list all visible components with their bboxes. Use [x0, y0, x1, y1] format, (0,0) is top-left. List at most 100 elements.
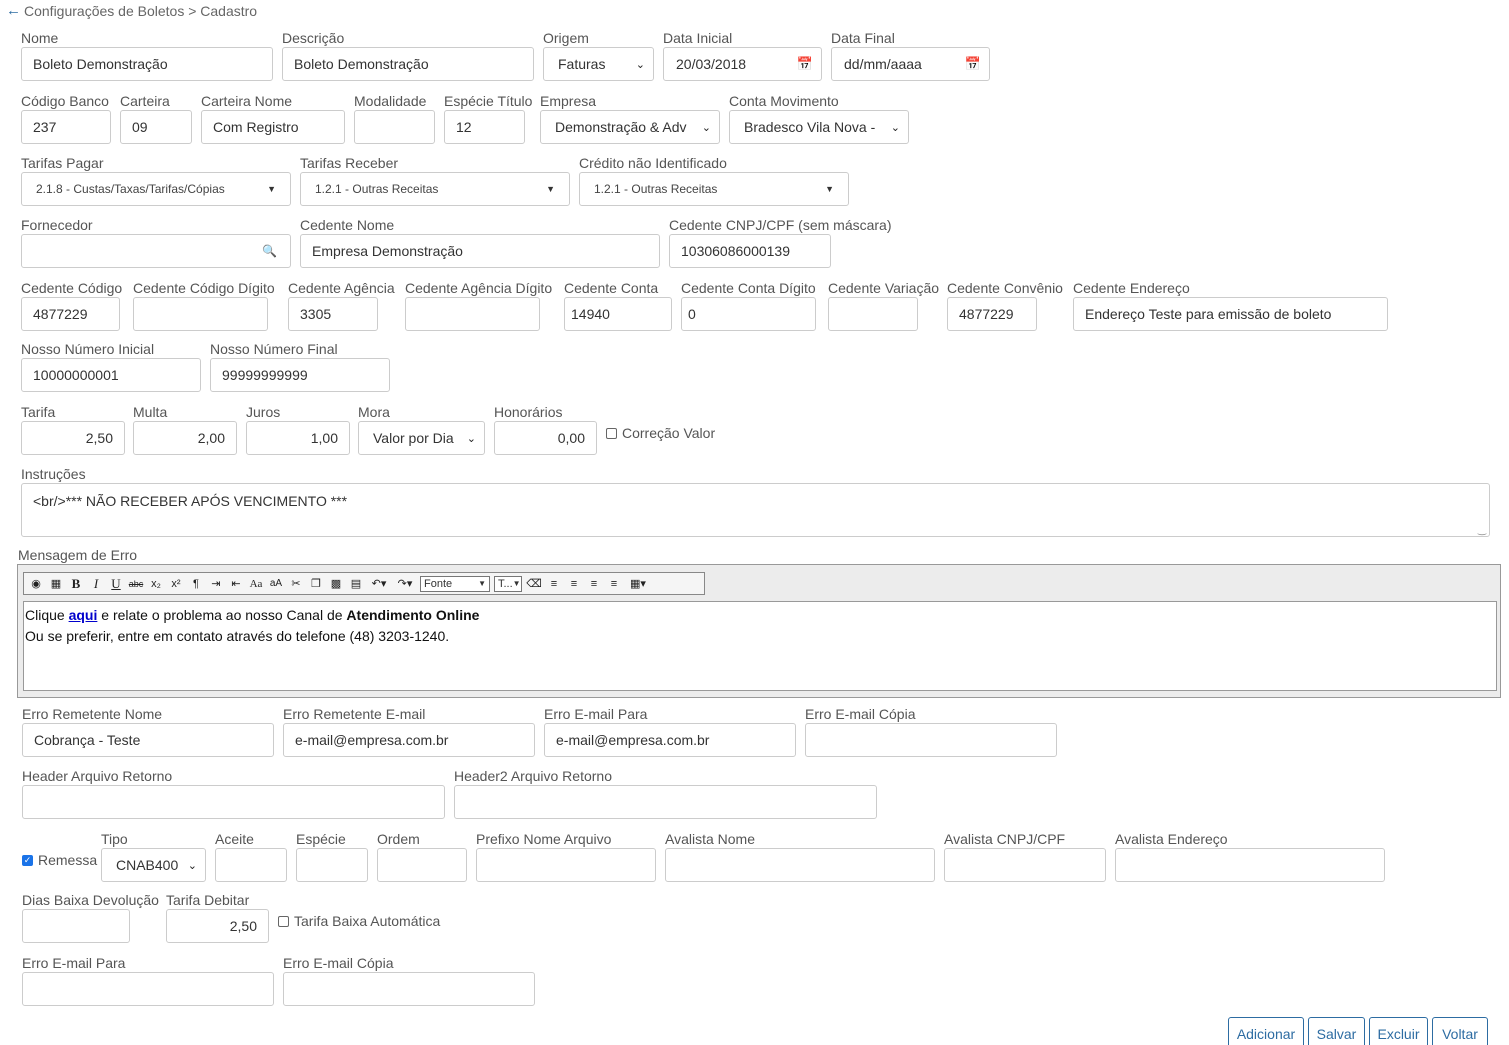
tarifa-baixa-automatica-checkbox[interactable]: Tarifa Baixa Automática	[278, 913, 440, 929]
data-inicial-input[interactable]: 20/03/2018 📅	[663, 47, 822, 81]
font-larger-icon[interactable]: Aa	[246, 575, 266, 593]
undo-icon[interactable]: ↶▾	[366, 575, 392, 593]
find-icon[interactable]: ◉	[26, 575, 46, 593]
erro-email-copia-input[interactable]	[805, 723, 1057, 757]
credito-nao-identificado-select[interactable]: 1.2.1 - Outras Receitas ▼	[579, 172, 849, 206]
cedente-codigo-digito-input[interactable]	[133, 297, 268, 331]
empresa-select[interactable]: Demonstração & Adv ⌄	[540, 110, 720, 144]
paragraph-icon[interactable]: ¶	[186, 575, 206, 593]
editor-content[interactable]: Clique aqui e relate o problema ao nosso…	[23, 601, 1497, 691]
avalista-endereco-input[interactable]	[1115, 848, 1385, 882]
instrucoes-textarea[interactable]: <br/>*** NÃO RECEBER APÓS VENCIMENTO ***	[21, 483, 1490, 537]
descricao-input[interactable]: Boleto Demonstração	[282, 47, 534, 81]
align-center-icon[interactable]: ≡	[564, 575, 584, 593]
calendar-icon[interactable]: 📅	[965, 56, 981, 72]
erro-remetente-email-input[interactable]: e-mail@empresa.com.br	[283, 723, 535, 757]
align-right-icon[interactable]: ≡	[584, 575, 604, 593]
cedente-conta-input[interactable]: 14940	[564, 297, 672, 331]
cedente-convenio-input[interactable]: 4877229	[947, 297, 1037, 331]
tarifas-pagar-select[interactable]: 2.1.8 - Custas/Taxas/Tarifas/Cópias ▼	[21, 172, 291, 206]
outdent-icon[interactable]: ⇤	[226, 575, 246, 593]
back-arrow-icon[interactable]: ←	[6, 2, 21, 19]
redo-icon[interactable]: ↷▾	[392, 575, 418, 593]
aqui-link[interactable]: aqui	[69, 607, 98, 623]
ordem-input[interactable]	[377, 848, 467, 882]
font-size-value: T...	[498, 577, 513, 590]
cedente-agencia-input[interactable]: 3305	[288, 297, 378, 331]
aceite-input[interactable]	[215, 848, 287, 882]
avalista-cnpj-input[interactable]	[944, 848, 1106, 882]
select-all-icon[interactable]: ▦	[46, 575, 66, 593]
cedente-nome-input[interactable]: Empresa Demonstração	[300, 234, 660, 268]
font-family-select[interactable]: Fonte ▼	[420, 575, 490, 592]
erro-remetente-nome-input[interactable]: Cobrança - Teste	[22, 723, 274, 757]
adicionar-button[interactable]: Adicionar	[1228, 1017, 1304, 1045]
nome-input[interactable]: Boleto Demonstração	[21, 47, 273, 81]
dias-baixa-devolucao-input[interactable]	[22, 909, 130, 943]
paste-icon[interactable]: ▩	[326, 575, 346, 593]
conta-movimento-select[interactable]: Bradesco Vila Nova - ⌄	[729, 110, 909, 144]
erro-email-copia-2-input[interactable]	[283, 972, 535, 1006]
carteira-input[interactable]: 09	[120, 110, 192, 144]
tarifa-input[interactable]: 2,50	[21, 421, 125, 455]
cedente-agencia-digito-input[interactable]	[405, 297, 540, 331]
nosso-numero-inicial-input[interactable]: 10000000001	[21, 358, 201, 392]
voltar-button[interactable]: Voltar	[1432, 1017, 1488, 1045]
erro-email-para-2-input[interactable]	[22, 972, 274, 1006]
calendar-icon[interactable]: 📅	[797, 56, 813, 72]
especie-titulo-input[interactable]: 12	[444, 110, 525, 144]
correcao-valor-checkbox[interactable]: Correção Valor	[606, 425, 715, 441]
copy-icon[interactable]: ❐	[306, 575, 326, 593]
indent-icon[interactable]: ⇥	[206, 575, 226, 593]
prefixo-nome-arquivo-input[interactable]	[476, 848, 656, 882]
data-final-input[interactable]: dd/mm/aaaa 📅	[831, 47, 990, 81]
underline-icon[interactable]: U	[106, 575, 126, 593]
superscript-icon[interactable]: x²	[166, 575, 186, 593]
checkbox-box[interactable]	[278, 915, 289, 927]
cedente-variacao-input[interactable]	[828, 297, 918, 331]
multa-input[interactable]: 2,00	[133, 421, 237, 455]
fornecedor-input[interactable]: 🔍	[21, 234, 291, 268]
check-icon[interactable]: ✓	[22, 854, 33, 866]
honorarios-input[interactable]: 0,00	[494, 421, 597, 455]
erro-email-para-input[interactable]: e-mail@empresa.com.br	[544, 723, 796, 757]
strikethrough-icon[interactable]: abc	[126, 575, 146, 593]
tarifa-debitar-input[interactable]: 2,50	[166, 909, 269, 943]
avalista-nome-input[interactable]	[665, 848, 935, 882]
checkbox-box[interactable]	[606, 427, 617, 439]
search-icon[interactable]: 🔍	[262, 244, 277, 258]
clear-format-icon[interactable]: ⌫	[524, 575, 544, 593]
header2-arquivo-retorno-input[interactable]	[454, 785, 877, 819]
origem-select[interactable]: Faturas ⌄	[543, 47, 654, 81]
subscript-icon[interactable]: x₂	[146, 575, 166, 593]
paste-word-icon[interactable]: ▤	[346, 575, 366, 593]
correcao-valor-label: Correção Valor	[622, 425, 716, 441]
juros-input[interactable]: 1,00	[246, 421, 350, 455]
resize-handle-icon[interactable]: ‿	[1478, 525, 1486, 536]
codigo-banco-input[interactable]: 237	[21, 110, 111, 144]
remessa-checkbox[interactable]: ✓ Remessa	[22, 852, 97, 868]
cut-icon[interactable]: ✂	[286, 575, 306, 593]
salvar-button[interactable]: Salvar	[1308, 1017, 1365, 1045]
cedente-codigo-input[interactable]: 4877229	[21, 297, 120, 331]
bold-icon[interactable]: B	[66, 575, 86, 593]
cedente-cnpj-input[interactable]: 10306086000139	[669, 234, 831, 268]
font-smaller-icon[interactable]: aA	[266, 575, 286, 593]
tarifas-receber-select[interactable]: 1.2.1 - Outras Receitas ▼	[300, 172, 570, 206]
label-nosso-numero-final: Nosso Número Final	[210, 341, 338, 357]
header-arquivo-retorno-input[interactable]	[22, 785, 445, 819]
modalidade-input[interactable]	[354, 110, 435, 144]
excluir-button[interactable]: Excluir	[1369, 1017, 1428, 1045]
align-justify-icon[interactable]: ≡	[604, 575, 624, 593]
tipo-select[interactable]: CNAB400 ⌄	[101, 848, 206, 882]
table-icon[interactable]: ▦▾	[624, 575, 652, 593]
align-left-icon[interactable]: ≡	[544, 575, 564, 593]
mora-select[interactable]: Valor por Dia ⌄	[358, 421, 485, 455]
carteira-nome-input[interactable]: Com Registro	[201, 110, 345, 144]
italic-icon[interactable]: I	[86, 575, 106, 593]
cedente-endereco-input[interactable]: Endereço Teste para emissão de boleto	[1073, 297, 1388, 331]
nosso-numero-final-input[interactable]: 99999999999	[210, 358, 390, 392]
font-size-select[interactable]: T... ▼	[494, 575, 522, 592]
cedente-conta-digito-input[interactable]: 0	[681, 297, 816, 331]
especie-input[interactable]	[296, 848, 368, 882]
